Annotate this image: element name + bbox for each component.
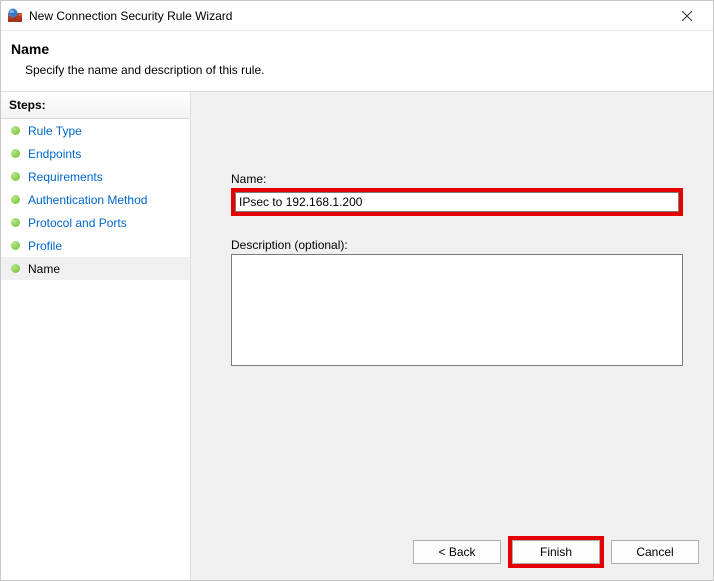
step-bullet-icon bbox=[11, 172, 20, 181]
step-bullet-icon bbox=[11, 195, 20, 204]
cancel-button[interactable]: Cancel bbox=[611, 540, 699, 564]
page-subtitle: Specify the name and description of this… bbox=[25, 63, 703, 77]
close-icon bbox=[682, 11, 692, 21]
step-bullet-icon bbox=[11, 218, 20, 227]
step-label: Name bbox=[28, 262, 60, 276]
step-profile[interactable]: Profile bbox=[1, 234, 190, 257]
step-label: Requirements bbox=[28, 170, 103, 184]
step-name[interactable]: Name bbox=[1, 257, 190, 280]
step-requirements[interactable]: Requirements bbox=[1, 165, 190, 188]
step-label: Rule Type bbox=[28, 124, 82, 138]
back-button[interactable]: < Back bbox=[413, 540, 501, 564]
step-bullet-icon bbox=[11, 264, 20, 273]
finish-button[interactable]: Finish bbox=[512, 540, 600, 564]
wizard-body: Steps: Rule Type Endpoints Requirements … bbox=[1, 92, 713, 580]
close-button[interactable] bbox=[667, 1, 707, 31]
finish-highlight: Finish bbox=[508, 536, 604, 568]
firewall-icon bbox=[7, 8, 23, 24]
window-title: New Connection Security Rule Wizard bbox=[29, 9, 232, 23]
step-protocol-and-ports[interactable]: Protocol and Ports bbox=[1, 211, 190, 234]
name-input[interactable] bbox=[235, 192, 679, 212]
form-area: Name: Description (optional): bbox=[231, 172, 683, 366]
step-rule-type[interactable]: Rule Type bbox=[1, 119, 190, 142]
step-bullet-icon bbox=[11, 126, 20, 135]
step-bullet-icon bbox=[11, 241, 20, 250]
description-label: Description (optional): bbox=[231, 238, 683, 252]
step-label: Profile bbox=[28, 239, 62, 253]
wizard-header: Name Specify the name and description of… bbox=[1, 31, 713, 92]
step-authentication-method[interactable]: Authentication Method bbox=[1, 188, 190, 211]
name-label: Name: bbox=[231, 172, 683, 186]
step-label: Endpoints bbox=[28, 147, 81, 161]
step-bullet-icon bbox=[11, 149, 20, 158]
main-panel: Name: Description (optional): < Back Fin… bbox=[191, 92, 713, 580]
steps-header: Steps: bbox=[1, 92, 190, 119]
steps-sidebar: Steps: Rule Type Endpoints Requirements … bbox=[1, 92, 191, 580]
step-endpoints[interactable]: Endpoints bbox=[1, 142, 190, 165]
page-title: Name bbox=[11, 41, 703, 57]
titlebar: New Connection Security Rule Wizard bbox=[1, 1, 713, 31]
step-label: Protocol and Ports bbox=[28, 216, 127, 230]
name-highlight bbox=[231, 188, 683, 216]
button-row: < Back Finish Cancel bbox=[413, 536, 699, 568]
wizard-window: New Connection Security Rule Wizard Name… bbox=[0, 0, 714, 581]
description-input[interactable] bbox=[231, 254, 683, 366]
step-label: Authentication Method bbox=[28, 193, 147, 207]
